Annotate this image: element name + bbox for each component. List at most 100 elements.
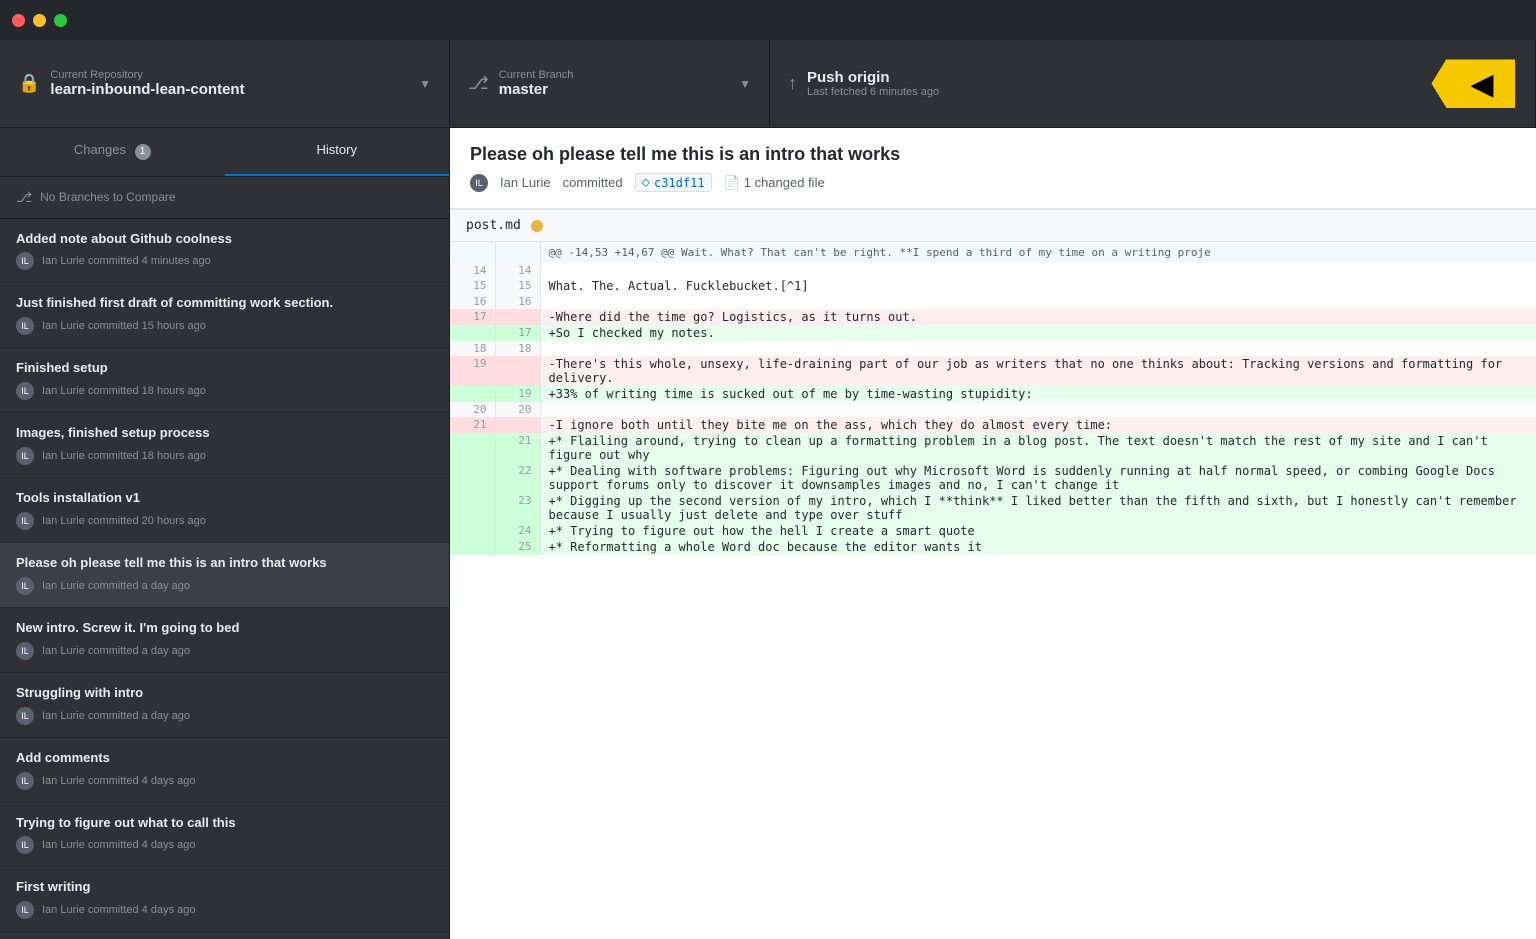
current-branch-button[interactable]: ⎇ Current Branch master ▼ xyxy=(450,40,770,127)
line-content: -I ignore both until they bite me on the… xyxy=(540,417,1536,433)
line-num-left xyxy=(450,433,495,463)
commit-item[interactable]: Just finished first draft of committing … xyxy=(0,283,449,348)
branch-text: Current Branch master xyxy=(499,69,729,98)
avatar: IL xyxy=(16,772,34,790)
line-content: +* Trying to figure out how the hell I c… xyxy=(540,523,1536,539)
commit-item[interactable]: Please oh please tell me this is an intr… xyxy=(0,543,449,608)
diff-header-line-right xyxy=(495,242,540,263)
diff-line: 19 +33% of writing time is sucked out of… xyxy=(450,386,1536,402)
commit-item[interactable]: Add comments IL Ian Lurie committed 4 da… xyxy=(0,738,449,803)
commit-meta: IL Ian Lurie committed a day ago xyxy=(16,707,433,725)
diff-line: 17 +So I checked my notes. xyxy=(450,325,1536,341)
tabs-bar: Changes 1 History xyxy=(0,128,449,177)
commit-author-name: Ian Lurie xyxy=(500,175,551,190)
commit-author: Ian Lurie committed 4 days ago xyxy=(42,904,195,916)
avatar: IL xyxy=(16,382,34,400)
diff-line: 25 +* Reformatting a whole Word doc beca… xyxy=(450,539,1536,555)
commit-meta: IL Ian Lurie committed 15 hours ago xyxy=(16,317,433,335)
line-content: +* Flailing around, trying to clean up a… xyxy=(540,433,1536,463)
avatar: IL xyxy=(16,252,34,270)
commit-meta: IL Ian Lurie committed 4 days ago xyxy=(16,901,433,919)
line-num-left: 17 xyxy=(450,309,495,325)
commit-header-title: Please oh please tell me this is an intr… xyxy=(470,144,1516,165)
line-num-left: 14 xyxy=(450,263,495,278)
line-content: +* Digging up the second version of my i… xyxy=(540,493,1536,523)
line-num-left: 21 xyxy=(450,417,495,433)
commit-author: Ian Lurie committed a day ago xyxy=(42,645,190,657)
diff-line: 14 14 xyxy=(450,263,1536,278)
tab-history[interactable]: History xyxy=(225,128,450,176)
diff-table: @@ -14,53 +14,67 @@ Wait. What? That can… xyxy=(450,242,1536,555)
diff-header-line-left xyxy=(450,242,495,263)
commit-hash-badge[interactable]: ⬦ c31df11 xyxy=(635,173,712,192)
minimize-button[interactable] xyxy=(33,14,46,27)
avatar: IL xyxy=(16,642,34,660)
arrow-annotation: ◀ xyxy=(1431,59,1515,108)
line-num-left xyxy=(450,539,495,555)
maximize-button[interactable] xyxy=(54,14,67,27)
line-content xyxy=(540,402,1536,417)
push-origin-button[interactable]: ↑ Push origin Last fetched 6 minutes ago… xyxy=(770,40,1536,127)
diff-line: 16 16 xyxy=(450,294,1536,309)
line-content: +33% of writing time is sucked out of me… xyxy=(540,386,1536,402)
line-content xyxy=(540,341,1536,356)
current-repository-button[interactable]: 🔒 Current Repository learn-inbound-lean-… xyxy=(0,40,450,127)
commit-meta: IL Ian Lurie committed 20 hours ago xyxy=(16,512,433,530)
close-button[interactable] xyxy=(12,14,25,27)
lock-icon: 🔒 xyxy=(18,73,40,94)
line-num-right: 17 xyxy=(495,325,540,341)
avatar: IL xyxy=(16,707,34,725)
commit-title: Finished setup xyxy=(16,360,433,377)
commit-author: Ian Lurie committed 4 days ago xyxy=(42,839,195,851)
commit-meta: IL Ian Lurie committed 4 days ago xyxy=(16,772,433,790)
diff-line: 15 15 What. The. Actual. Fucklebucket.[^… xyxy=(450,278,1536,294)
commit-header-meta: IL Ian Lurie committed ⬦ c31df11 📄 1 cha… xyxy=(470,173,1516,192)
line-num-right: 14 xyxy=(495,263,540,278)
commit-item[interactable]: Added note about Github coolness IL Ian … xyxy=(0,219,449,284)
commit-list: Added note about Github coolness IL Ian … xyxy=(0,219,449,939)
commit-author-avatar: IL xyxy=(470,174,488,192)
link-icon: ⬦ xyxy=(642,175,650,190)
filename: post.md xyxy=(466,218,521,233)
branch-compare-bar[interactable]: ⎇ No Branches to Compare xyxy=(0,177,449,219)
commit-meta: IL Ian Lurie committed a day ago xyxy=(16,577,433,595)
commit-item[interactable]: Struggling with intro IL Ian Lurie commi… xyxy=(0,673,449,738)
file-modified-dot xyxy=(531,220,543,232)
commit-meta: IL Ian Lurie committed 4 days ago xyxy=(16,836,433,854)
commit-item[interactable]: Tools installation v1 IL Ian Lurie commi… xyxy=(0,478,449,543)
commit-action: committed xyxy=(563,175,623,190)
avatar: IL xyxy=(16,447,34,465)
commit-title: Just finished first draft of committing … xyxy=(16,295,433,312)
branch-compare-icon: ⎇ xyxy=(16,189,32,206)
left-panel: Changes 1 History ⎇ No Branches to Compa… xyxy=(0,128,450,939)
right-panel: Please oh please tell me this is an intr… xyxy=(450,128,1536,939)
line-num-right: 15 xyxy=(495,278,540,294)
push-label: Push origin xyxy=(807,69,1517,86)
commit-item[interactable]: New intro. Screw it. I'm going to bed IL… xyxy=(0,608,449,673)
commit-item[interactable]: Trying to figure out what to call this I… xyxy=(0,803,449,868)
line-content xyxy=(540,263,1536,278)
commit-author: Ian Lurie committed a day ago xyxy=(42,710,190,722)
changed-files-badge: 📄 1 changed file xyxy=(724,175,825,191)
diff-line: 19 -There's this whole, unsexy, life-dra… xyxy=(450,356,1536,386)
branch-icon: ⎇ xyxy=(468,73,489,94)
diff-line: 23 +* Digging up the second version of m… xyxy=(450,493,1536,523)
commit-title: Added note about Github coolness xyxy=(16,231,433,248)
commit-title: New intro. Screw it. I'm going to bed xyxy=(16,620,433,637)
line-num-right: 22 xyxy=(495,463,540,493)
line-num-right: 20 xyxy=(495,402,540,417)
commit-item[interactable]: Images, finished setup process IL Ian Lu… xyxy=(0,413,449,478)
commit-item[interactable]: First writing IL Ian Lurie committed 4 d… xyxy=(0,867,449,932)
branch-label: Current Branch xyxy=(499,69,729,81)
line-num-left: 16 xyxy=(450,294,495,309)
line-content: +* Reformatting a whole Word doc because… xyxy=(540,539,1536,555)
diff-header-row: @@ -14,53 +14,67 @@ Wait. What? That can… xyxy=(450,242,1536,263)
line-num-left xyxy=(450,386,495,402)
file-icon: 📄 xyxy=(724,175,740,191)
commit-item[interactable]: Finished setup IL Ian Lurie committed 18… xyxy=(0,348,449,413)
diff-line: 21 -I ignore both until they bite me on … xyxy=(450,417,1536,433)
line-num-right: 18 xyxy=(495,341,540,356)
commit-title: Tools installation v1 xyxy=(16,490,433,507)
commit-title: Please oh please tell me this is an intr… xyxy=(16,555,433,572)
tab-changes[interactable]: Changes 1 xyxy=(0,128,225,176)
